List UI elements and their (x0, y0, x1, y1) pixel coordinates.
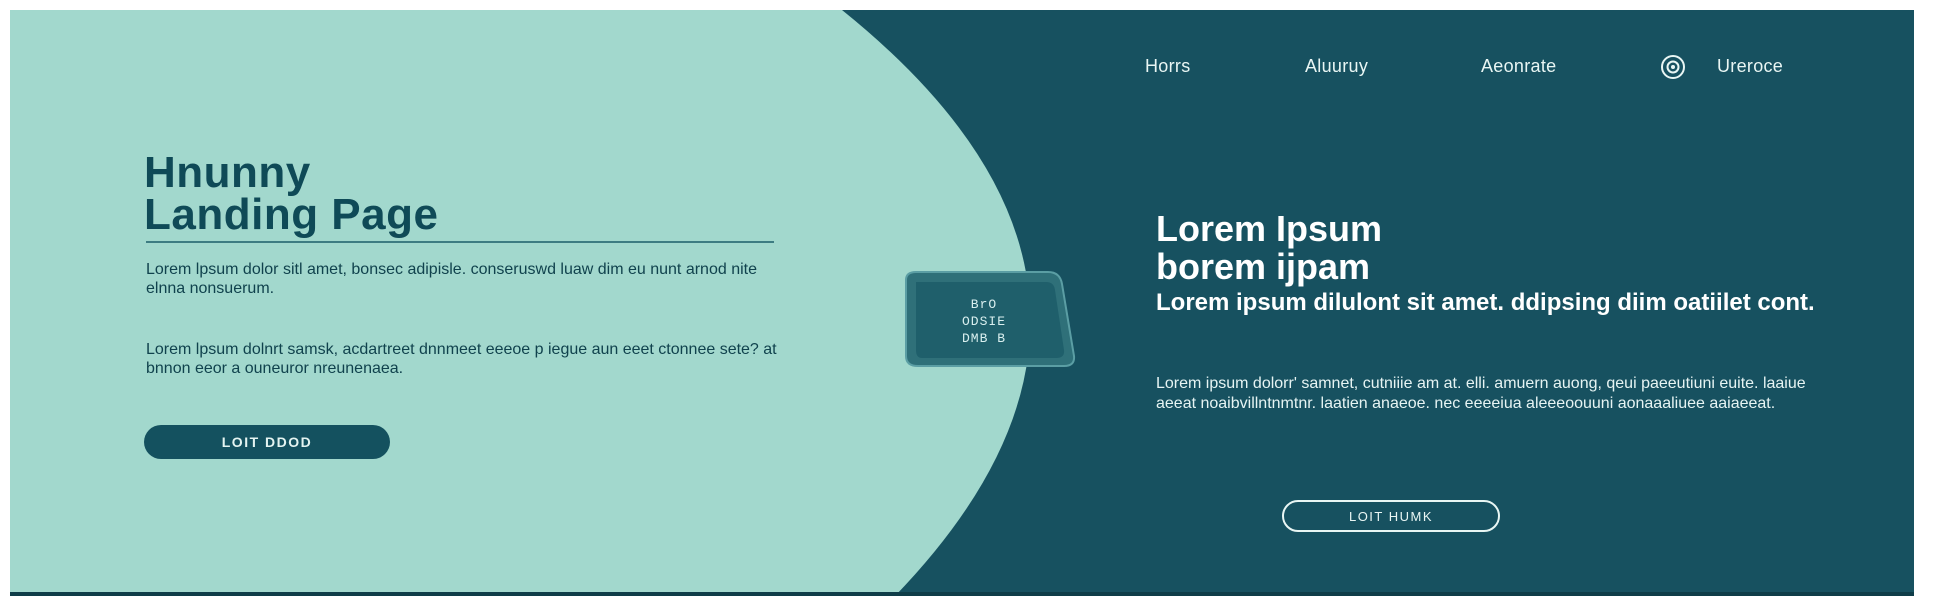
nav-link-about[interactable]: Aluuruy (1305, 56, 1368, 77)
main-title-line1: Lorem Ipsum (1156, 208, 1383, 249)
badge-line-2: ODSIE (961, 314, 1006, 329)
main-cta-button[interactable]: LOIT HUMK (1282, 500, 1500, 532)
nav-link-home[interactable]: Horrs (1145, 56, 1191, 77)
hero-title: Hnunny Landing Page (144, 151, 439, 239)
center-badge: BrO ODSIE DMB B (898, 270, 1098, 370)
main-subtitle: Lorem ipsum dilulont sit amet. ddipsing … (1156, 289, 1815, 316)
hero-cta-button[interactable]: LOIT DDOD (144, 425, 390, 459)
main-paragraph: Lorem ipsum dolorr' samnet, cutniiie am … (1156, 375, 1806, 412)
landing-page: Horrs Aluuruy Aeonrate Ureroce Hnunny La… (10, 10, 1914, 596)
hero-title-line2: Landing Page (144, 190, 439, 239)
badge-line-1: BrO (970, 297, 998, 312)
hero-paragraph-1: Lorem lpsum dolor sitl amet, bonsec adip… (146, 261, 757, 297)
hero-divider (146, 241, 774, 243)
main-title: Lorem Ipsum borem ijpam (1156, 210, 1776, 286)
nav-link-services[interactable]: Aeonrate (1481, 56, 1556, 77)
hero-paragraph-2: Lorem lpsum dolnrt samsk, acdartreet dnn… (146, 341, 777, 377)
globe-icon[interactable] (1660, 54, 1686, 80)
badge-line-3: DMB B (961, 331, 1006, 346)
badge-text: BrO ODSIE DMB B (914, 296, 1054, 347)
nav-link-contact[interactable]: Ureroce (1717, 56, 1783, 77)
main-title-line2: borem ijpam (1156, 246, 1371, 287)
